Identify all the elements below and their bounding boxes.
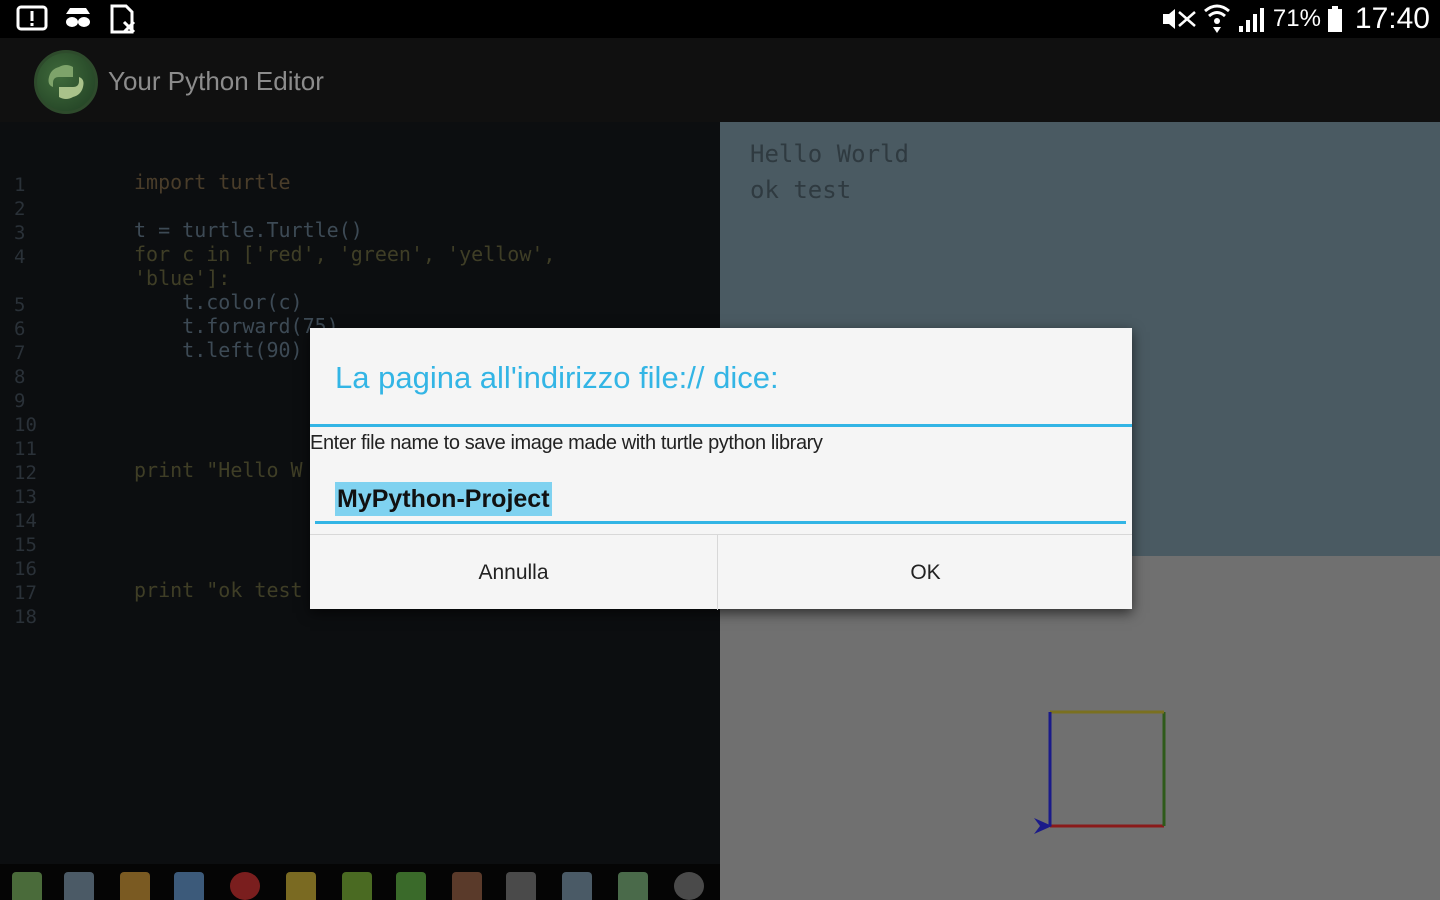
code-line: print "ok test: [134, 578, 303, 602]
open-folder-icon[interactable]: [120, 872, 150, 900]
cancel-button[interactable]: Annulla: [310, 535, 718, 610]
prompt-dialog: La pagina all'indirizzo file:// dice: En…: [310, 328, 1132, 610]
clock: 17:40: [1354, 2, 1430, 35]
ok-button[interactable]: OK: [719, 535, 1132, 610]
output-line: Hello World: [750, 140, 909, 168]
new-file-icon[interactable]: [12, 872, 42, 900]
redo-icon[interactable]: [396, 872, 426, 900]
dialog-buttons: Annulla OK: [310, 534, 1132, 610]
status-bar: 71% 17:40: [0, 0, 1440, 38]
python-logo-icon[interactable]: [34, 50, 98, 114]
wifi-icon: [1203, 4, 1230, 33]
filename-input[interactable]: MyPython-Project: [315, 476, 1126, 524]
dialog-message: Enter file name to save image made with …: [310, 432, 823, 454]
settings-icon[interactable]: [674, 872, 704, 900]
code-line: t.left(90): [134, 338, 303, 362]
alert-icon: [16, 5, 48, 31]
save-icon[interactable]: [64, 872, 94, 900]
pdf-icon[interactable]: [230, 872, 260, 900]
home-icon[interactable]: [506, 872, 536, 900]
app-title: Your Python Editor: [108, 66, 324, 96]
clipboard-icon[interactable]: [286, 872, 316, 900]
signal-icon: [1238, 8, 1264, 32]
code-line: import turtle: [134, 170, 291, 194]
undo-icon[interactable]: [342, 872, 372, 900]
dialog-divider: [310, 424, 1132, 427]
code-line: print "Hello W: [134, 458, 303, 482]
code-line: t.color(c): [134, 290, 303, 314]
search-icon[interactable]: [452, 872, 482, 900]
bottom-toolbar: [0, 864, 720, 900]
export-icon[interactable]: [618, 872, 648, 900]
battery-percent: 71%: [1272, 5, 1321, 32]
status-right: 71% 17:40: [1161, 0, 1430, 38]
print-icon[interactable]: [174, 872, 204, 900]
battery-icon: [1327, 6, 1342, 32]
file-blocked-icon: [110, 4, 136, 34]
copy-icon[interactable]: [562, 872, 592, 900]
mute-icon: [1162, 9, 1196, 29]
code-line: t.forward(75): [134, 314, 339, 338]
dialog-title: La pagina all'indirizzo file:// dice:: [335, 360, 779, 395]
output-line: ok test: [750, 176, 852, 204]
code-line: t = turtle.Turtle(): [134, 218, 363, 242]
app-bar: Your Python Editor: [0, 38, 1440, 122]
code-line: 'blue']:: [134, 266, 231, 290]
code-line: for c in ['red', 'green', 'yellow',: [134, 242, 556, 266]
filename-input-value[interactable]: MyPython-Project: [335, 482, 552, 516]
incognito-icon: [66, 8, 90, 27]
